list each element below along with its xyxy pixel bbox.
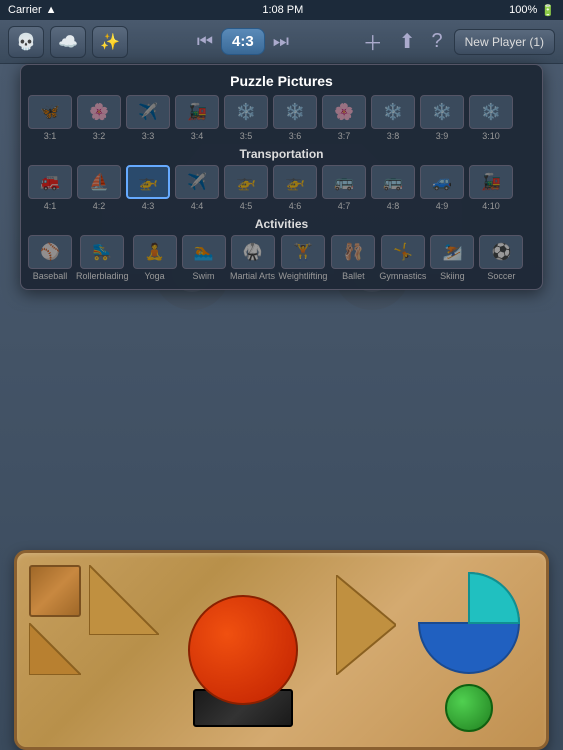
prev-prev-button[interactable]: ⏮ bbox=[193, 29, 217, 54]
next-next-button[interactable]: ⏭ bbox=[269, 29, 293, 54]
battery-icon: 🔋 bbox=[541, 4, 555, 17]
time-label: 1:08 PM bbox=[262, 4, 303, 16]
puzzle-item-4-6[interactable]: 🚁 4:6 bbox=[272, 165, 318, 211]
carrier-label: Carrier bbox=[8, 4, 42, 16]
wifi-icon: ▲ bbox=[46, 4, 57, 16]
puzzle-item-skiing[interactable]: ⛷️ Skiing bbox=[429, 235, 475, 281]
puzzle-item-martial-arts[interactable]: 🥋 Martial Arts bbox=[230, 235, 276, 281]
puzzle-row-3: 🦋 3:1 🌸 3:2 ✈️ 3:3 🚂 3:4 ❄️ 3:5 ❄️ 3:6 bbox=[27, 95, 536, 141]
puzzle-item-4-3[interactable]: 🚁 4:3 bbox=[125, 165, 171, 211]
puzzle-item-4-8[interactable]: 🚌 4:8 bbox=[370, 165, 416, 211]
puzzle-item-4-2[interactable]: ⛵ 4:2 bbox=[76, 165, 122, 211]
piece-green-circle[interactable] bbox=[445, 684, 493, 732]
puzzle-item-4-10[interactable]: 🚂 4:10 bbox=[468, 165, 514, 211]
puzzle-item-yoga[interactable]: 🧘 Yoga bbox=[132, 235, 178, 281]
puzzle-item-3-3[interactable]: ✈️ 3:3 bbox=[125, 95, 171, 141]
puzzle-item-swim[interactable]: 🏊 Swim bbox=[181, 235, 227, 281]
panel-title: Puzzle Pictures bbox=[27, 73, 536, 89]
puzzle-item-weightlifting[interactable]: 🏋️ Weightlifting bbox=[279, 235, 328, 281]
piece-orange-circle[interactable] bbox=[188, 595, 298, 705]
puzzle-item-3-2[interactable]: 🌸 3:2 bbox=[76, 95, 122, 141]
piece-triangle-left[interactable] bbox=[29, 623, 81, 675]
puzzle-item-rollerblading[interactable]: 🛼 Rollerblading bbox=[76, 235, 129, 281]
puzzle-item-soccer[interactable]: ⚽ Soccer bbox=[478, 235, 524, 281]
puzzle-row-activities: ⚾ Baseball 🛼 Rollerblading 🧘 Yoga 🏊 Swim… bbox=[27, 235, 536, 281]
share-button[interactable]: ⬆ bbox=[394, 27, 421, 56]
puzzle-item-baseball[interactable]: ⚾ Baseball bbox=[27, 235, 73, 281]
puzzle-item-4-4[interactable]: ✈️ 4:4 bbox=[174, 165, 220, 211]
status-bar: Carrier ▲ 1:08 PM 100% 🔋 bbox=[0, 0, 563, 20]
puzzle-item-ballet[interactable]: 🩰 Ballet bbox=[330, 235, 376, 281]
main-area: Puzzle Pictures 🦋 3:1 🌸 3:2 ✈️ 3:3 🚂 3:4… bbox=[0, 64, 563, 750]
help-button[interactable]: ? bbox=[427, 28, 448, 55]
puzzle-row-transport: 🚒 4:1 ⛵ 4:2 🚁 4:3 ✈️ 4:4 🚁 4:5 🚁 4:6 bbox=[27, 165, 536, 211]
puzzle-item-3-7[interactable]: 🌸 3:7 bbox=[321, 95, 367, 141]
section-transportation: Transportation bbox=[27, 147, 536, 161]
section-activities: Activities bbox=[27, 217, 536, 231]
puzzle-item-4-1[interactable]: 🚒 4:1 bbox=[27, 165, 73, 211]
cloud-button[interactable]: ☁️ bbox=[50, 26, 86, 58]
puzzle-item-3-4[interactable]: 🚂 3:4 bbox=[174, 95, 220, 141]
puzzle-item-4-7[interactable]: 🚌 4:7 bbox=[321, 165, 367, 211]
puzzle-item-3-10[interactable]: ❄️ 3:10 bbox=[468, 95, 514, 141]
puzzle-panel: Puzzle Pictures 🦋 3:1 🌸 3:2 ✈️ 3:3 🚂 3:4… bbox=[20, 64, 543, 290]
puzzle-item-4-9[interactable]: 🚙 4:9 bbox=[419, 165, 465, 211]
add-button[interactable]: ＋ bbox=[358, 25, 388, 58]
toolbar: 💀 ☁️ ✨ ⏮ 4:3 ⏭ ＋ ⬆ ? New Player (1) bbox=[0, 20, 563, 64]
puzzle-tray bbox=[14, 550, 549, 750]
puzzle-item-3-8[interactable]: ❄️ 3:8 bbox=[370, 95, 416, 141]
puzzle-item-4-5[interactable]: 🚁 4:5 bbox=[223, 165, 269, 211]
piece-pie[interactable] bbox=[414, 568, 524, 678]
battery-label: 100% bbox=[509, 4, 537, 16]
piece-triangle-right[interactable] bbox=[336, 575, 396, 675]
nav-controls: ⏮ 4:3 ⏭ bbox=[193, 28, 293, 55]
tray-middle-area bbox=[89, 565, 396, 735]
piece-small-square[interactable] bbox=[29, 565, 81, 617]
skull-button[interactable]: 💀 bbox=[8, 26, 44, 58]
tray-left-column bbox=[29, 565, 81, 735]
puzzle-item-3-1[interactable]: 🦋 3:1 bbox=[27, 95, 73, 141]
new-player-button[interactable]: New Player (1) bbox=[454, 29, 555, 55]
puzzle-item-3-6[interactable]: ❄️ 3:6 bbox=[272, 95, 318, 141]
piece-triangle-top-left[interactable] bbox=[89, 565, 159, 635]
puzzle-item-3-5[interactable]: ❄️ 3:5 bbox=[223, 95, 269, 141]
puzzle-item-3-9[interactable]: ❄️ 3:9 bbox=[419, 95, 465, 141]
wand-button[interactable]: ✨ bbox=[92, 26, 128, 58]
tray-right-area bbox=[404, 565, 534, 735]
puzzle-label-button[interactable]: 4:3 bbox=[221, 28, 265, 55]
puzzle-item-gymnastics[interactable]: 🤸 Gymnastics bbox=[379, 235, 426, 281]
